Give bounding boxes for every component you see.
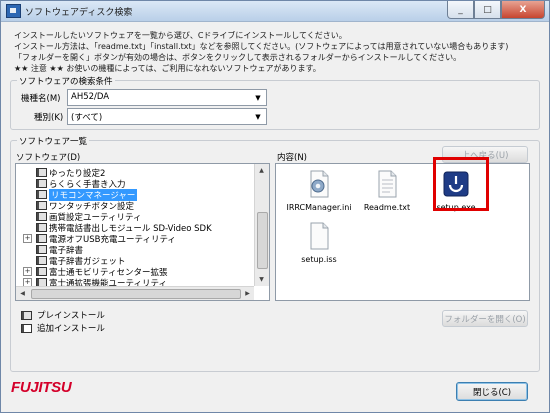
instructions: インストールしたいソフトウェアを一覧から選び、Cドライブにインストールしてくださ… xyxy=(14,30,508,74)
tree-item[interactable]: 携帯電話書出しモジュール SD-Video SDK xyxy=(36,222,212,234)
book-icon xyxy=(36,267,47,276)
book-icon xyxy=(36,234,47,243)
book-icon xyxy=(36,201,47,210)
window-title: ソフトウェアディスク検索 xyxy=(25,8,133,18)
file-setup-iss[interactable]: setup.iss xyxy=(284,222,354,264)
setup-exe-highlight xyxy=(433,157,489,211)
title-bar: ソフトウェアディスク検索 _ □ X xyxy=(1,1,549,22)
type-select[interactable]: (すべて) ▼ xyxy=(67,108,267,125)
open-folder-button[interactable]: フォルダーを開く(O) xyxy=(442,310,528,327)
h-scroll-thumb[interactable] xyxy=(31,289,241,299)
software-list-label: ソフトウェア一覧 xyxy=(17,135,90,147)
type-label: 種別(K) xyxy=(34,113,64,123)
contents-label: 内容(N) xyxy=(277,153,307,163)
book-icon xyxy=(36,190,47,199)
legend-preinstall-label: プレインストール xyxy=(37,311,105,321)
tree-item[interactable]: + 電源オフUSB充電ユーティリティ xyxy=(23,233,176,245)
tree-item[interactable]: ワンタッチボタン設定 xyxy=(36,200,134,212)
book-icon xyxy=(36,256,47,265)
tree-item[interactable]: らくらく手書き入力 xyxy=(36,178,126,190)
model-value: AH52/DA xyxy=(71,92,110,102)
contents-pane[interactable]: IRRCManager.ini Readme.txt setup.exe set… xyxy=(275,163,530,301)
tree-item[interactable]: + 富士通モビリティセンター拡張 xyxy=(23,266,168,278)
file-name: setup.iss xyxy=(301,255,337,264)
legend-preinstall: プレインストール xyxy=(21,309,105,321)
close-button[interactable]: 閉じる(C) xyxy=(456,382,528,401)
horizontal-scrollbar[interactable]: ◀ ▶ xyxy=(16,286,254,300)
instruction-line-1: インストールしたいソフトウェアを一覧から選び、Cドライブにインストールしてくださ… xyxy=(14,31,347,40)
search-conditions-label: ソフトウェアの検索条件 xyxy=(17,75,115,87)
tree-item[interactable]: 画質設定ユーティリティ xyxy=(36,211,141,223)
book-icon xyxy=(21,310,32,320)
iss-file-icon xyxy=(310,222,329,250)
book-icon xyxy=(36,223,47,232)
book-icon xyxy=(36,212,47,221)
chevron-down-icon[interactable]: ▼ xyxy=(252,92,264,103)
file-name: IRRCManager.ini xyxy=(286,203,352,212)
instruction-line-3: 「フォルダーを開く」ボタンが有効の場合は、ボタンをクリックして表示されるフォルダ… xyxy=(14,53,462,62)
fujitsu-logo: FUJITSU xyxy=(11,379,72,396)
model-label: 機種名(M) xyxy=(21,94,61,104)
scroll-left-icon[interactable]: ◀ xyxy=(16,287,29,300)
ini-settings-icon xyxy=(310,170,329,198)
type-value: (すべて) xyxy=(71,113,103,123)
file-name: Readme.txt xyxy=(363,203,411,212)
scroll-down-icon[interactable]: ▼ xyxy=(255,273,268,286)
book-icon xyxy=(36,179,47,188)
close-window-button[interactable]: X xyxy=(501,1,545,19)
minimize-button[interactable]: _ xyxy=(447,1,474,19)
vertical-scrollbar[interactable]: ▲ ▼ xyxy=(254,164,269,286)
book-icon xyxy=(36,245,47,254)
maximize-button[interactable]: □ xyxy=(474,1,501,19)
legend-additional: 追加インストール xyxy=(21,322,105,334)
tree-item[interactable]: 電子辞書ガジェット xyxy=(36,255,126,267)
expand-plus-icon[interactable]: + xyxy=(23,234,32,243)
file-readme-txt[interactable]: Readme.txt xyxy=(352,170,422,212)
software-disk-search-window: ソフトウェアディスク検索 _ □ X インストールしたいソフトウェアを一覧から選… xyxy=(0,0,550,413)
software-tree[interactable]: ゆったり設定2 らくらく手書き入力 リモコンマネージャー ワンタッチボタン設定 画質設定… xyxy=(15,163,270,301)
book-icon xyxy=(36,168,47,177)
tree-item[interactable]: ゆったり設定2 xyxy=(36,167,105,179)
scroll-right-icon[interactable]: ▶ xyxy=(241,287,254,300)
scroll-up-icon[interactable]: ▲ xyxy=(255,164,268,177)
text-file-icon xyxy=(378,170,397,198)
model-select[interactable]: AH52/DA ▼ xyxy=(67,89,267,106)
expand-plus-icon[interactable]: + xyxy=(23,267,32,276)
file-irrcmanager-ini[interactable]: IRRCManager.ini xyxy=(284,170,354,212)
app-icon xyxy=(6,4,21,18)
chevron-down-icon[interactable]: ▼ xyxy=(252,111,264,122)
scroll-thumb[interactable] xyxy=(257,212,268,269)
software-label: ソフトウェア(D) xyxy=(16,153,81,163)
instruction-line-2: インストール方法は、「readme.txt」「install.txt」などを参照… xyxy=(14,42,509,51)
book-outline-icon xyxy=(21,323,32,333)
instruction-line-4: ★★ 注意 ★★ お使いの機種によっては、ご利用になれないソフトウェアがあります… xyxy=(14,64,321,73)
legend-additional-label: 追加インストール xyxy=(37,324,105,334)
tree-item[interactable]: 電子辞書 xyxy=(36,244,83,256)
tree-item[interactable]: リモコンマネージャー xyxy=(36,188,138,201)
